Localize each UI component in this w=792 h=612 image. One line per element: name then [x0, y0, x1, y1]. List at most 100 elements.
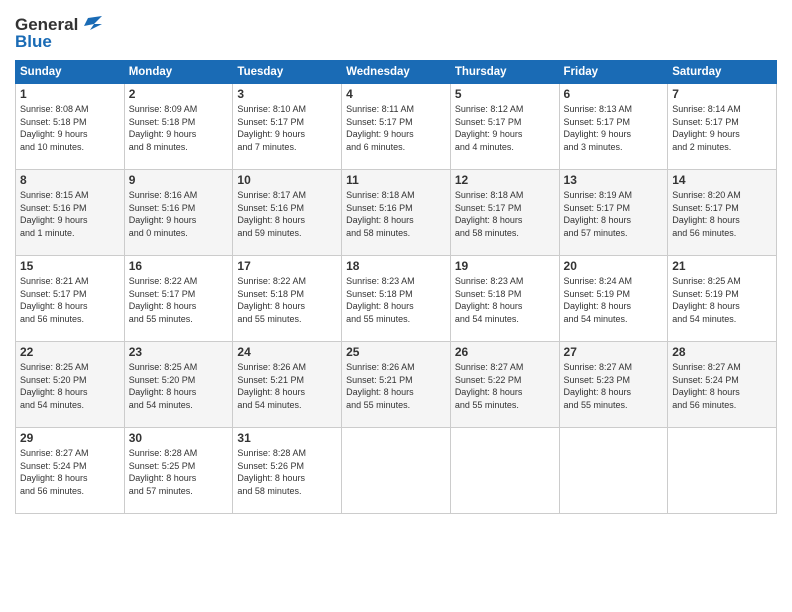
day-number: 7 [672, 87, 772, 101]
calendar-cell: 27 Sunrise: 8:27 AMSunset: 5:23 PMDayligh… [559, 342, 668, 428]
calendar-cell [559, 428, 668, 514]
calendar-day-header: Saturday [668, 61, 777, 84]
calendar-cell: 18Sunrise: 8:23 AMSunset: 5:18 PMDayligh… [342, 256, 451, 342]
day-number: 20 [564, 259, 664, 273]
calendar-day-header: Friday [559, 61, 668, 84]
calendar-table: SundayMondayTuesdayWednesdayThursdayFrid… [15, 60, 777, 514]
cell-text: Sunrise: 8:27 AMSunset: 5:24 PMDaylight:… [672, 361, 772, 411]
calendar-cell: 23Sunrise: 8:25 AMSunset: 5:20 PMDayligh… [124, 342, 233, 428]
cell-text: Sunrise: 8:10 AMSunset: 5:17 PMDaylight:… [237, 103, 337, 153]
cell-text: Sunrise: 8:27 AMSunset: 5:24 PMDaylight:… [20, 447, 120, 497]
cell-text: Sunrise: 8:27 AMSunset: 5:23 PMDaylight:… [564, 361, 664, 411]
page: General Blue SundayMondayTuesdayWednesda… [0, 0, 792, 612]
calendar-cell: 21 Sunrise: 8:25 AMSunset: 5:19 PMDayligh… [668, 256, 777, 342]
calendar-week-row: 22 Sunrise: 8:25 AMSunset: 5:20 PMDayligh… [16, 342, 777, 428]
calendar-cell: 13 Sunrise: 8:19 AMSunset: 5:17 PMDayligh… [559, 170, 668, 256]
calendar-cell: 25 Sunrise: 8:26 AMSunset: 5:21 PMDayligh… [342, 342, 451, 428]
cell-text: Sunrise: 8:08 AMSunset: 5:18 PMDaylight:… [20, 103, 120, 153]
calendar-cell: 4 Sunrise: 8:11 AMSunset: 5:17 PMDaylight… [342, 84, 451, 170]
day-number: 10 [237, 173, 337, 187]
cell-text: Sunrise: 8:16 AMSunset: 5:16 PMDaylight:… [129, 189, 229, 239]
day-number: 14 [672, 173, 772, 187]
day-number: 28 [672, 345, 772, 359]
calendar-cell: 22 Sunrise: 8:25 AMSunset: 5:20 PMDayligh… [16, 342, 125, 428]
calendar-cell: 11Sunrise: 8:18 AMSunset: 5:16 PMDayligh… [342, 170, 451, 256]
day-number: 18 [346, 259, 446, 273]
calendar-cell: 16Sunrise: 8:22 AMSunset: 5:17 PMDayligh… [124, 256, 233, 342]
calendar-day-header: Wednesday [342, 61, 451, 84]
day-number: 8 [20, 173, 120, 187]
day-number: 23 [129, 345, 229, 359]
cell-text: Sunrise: 8:26 AMSunset: 5:21 PMDaylight:… [346, 361, 446, 411]
cell-text: Sunrise: 8:27 AMSunset: 5:22 PMDaylight:… [455, 361, 555, 411]
calendar-cell: 20 Sunrise: 8:24 AMSunset: 5:19 PMDayligh… [559, 256, 668, 342]
day-number: 4 [346, 87, 446, 101]
day-number: 3 [237, 87, 337, 101]
calendar-cell: 6Sunrise: 8:13 AMSunset: 5:17 PMDaylight… [559, 84, 668, 170]
calendar-cell [450, 428, 559, 514]
day-number: 21 [672, 259, 772, 273]
day-number: 15 [20, 259, 120, 273]
day-number: 31 [237, 431, 337, 445]
calendar-cell: 15Sunrise: 8:21 AMSunset: 5:17 PMDayligh… [16, 256, 125, 342]
cell-text: Sunrise: 8:28 AMSunset: 5:26 PMDaylight:… [237, 447, 337, 497]
calendar-week-row: 29 Sunrise: 8:27 AMSunset: 5:24 PMDayligh… [16, 428, 777, 514]
day-number: 1 [20, 87, 120, 101]
calendar-cell: 19Sunrise: 8:23 AMSunset: 5:18 PMDayligh… [450, 256, 559, 342]
cell-text: Sunrise: 8:28 AMSunset: 5:25 PMDaylight:… [129, 447, 229, 497]
calendar-cell: 24Sunrise: 8:26 AMSunset: 5:21 PMDayligh… [233, 342, 342, 428]
calendar-cell: 31 Sunrise: 8:28 AMSunset: 5:26 PMDayligh… [233, 428, 342, 514]
calendar-cell: 26 Sunrise: 8:27 AMSunset: 5:22 PMDayligh… [450, 342, 559, 428]
logo: General Blue [15, 14, 102, 52]
day-number: 13 [564, 173, 664, 187]
calendar-cell: 8 Sunrise: 8:15 AMSunset: 5:16 PMDaylight… [16, 170, 125, 256]
calendar-cell: 3 Sunrise: 8:10 AMSunset: 5:17 PMDaylight… [233, 84, 342, 170]
cell-text: Sunrise: 8:11 AMSunset: 5:17 PMDaylight:… [346, 103, 446, 153]
calendar-cell: 5 Sunrise: 8:12 AMSunset: 5:17 PMDaylight… [450, 84, 559, 170]
calendar-week-row: 8 Sunrise: 8:15 AMSunset: 5:16 PMDaylight… [16, 170, 777, 256]
cell-text: Sunrise: 8:20 AMSunset: 5:17 PMDaylight:… [672, 189, 772, 239]
calendar-body: 1 Sunrise: 8:08 AMSunset: 5:18 PMDaylight… [16, 84, 777, 514]
calendar-cell [342, 428, 451, 514]
cell-text: Sunrise: 8:19 AMSunset: 5:17 PMDaylight:… [564, 189, 664, 239]
day-number: 5 [455, 87, 555, 101]
calendar-cell: 7Sunrise: 8:14 AMSunset: 5:17 PMDaylight… [668, 84, 777, 170]
calendar-cell: 29 Sunrise: 8:27 AMSunset: 5:24 PMDayligh… [16, 428, 125, 514]
calendar-day-header: Tuesday [233, 61, 342, 84]
calendar-cell: 28 Sunrise: 8:27 AMSunset: 5:24 PMDayligh… [668, 342, 777, 428]
cell-text: Sunrise: 8:25 AMSunset: 5:19 PMDaylight:… [672, 275, 772, 325]
calendar-header-row: SundayMondayTuesdayWednesdayThursdayFrid… [16, 61, 777, 84]
calendar-cell: 14 Sunrise: 8:20 AMSunset: 5:17 PMDayligh… [668, 170, 777, 256]
day-number: 25 [346, 345, 446, 359]
day-number: 19 [455, 259, 555, 273]
cell-text: Sunrise: 8:13 AMSunset: 5:17 PMDaylight:… [564, 103, 664, 153]
day-number: 12 [455, 173, 555, 187]
cell-text: Sunrise: 8:26 AMSunset: 5:21 PMDaylight:… [237, 361, 337, 411]
calendar-cell: 1 Sunrise: 8:08 AMSunset: 5:18 PMDaylight… [16, 84, 125, 170]
cell-text: Sunrise: 8:09 AMSunset: 5:18 PMDaylight:… [129, 103, 229, 153]
day-number: 22 [20, 345, 120, 359]
header: General Blue [15, 10, 777, 52]
cell-text: Sunrise: 8:22 AMSunset: 5:18 PMDaylight:… [237, 275, 337, 325]
day-number: 26 [455, 345, 555, 359]
calendar-cell: 17 Sunrise: 8:22 AMSunset: 5:18 PMDayligh… [233, 256, 342, 342]
calendar-cell: 30Sunrise: 8:28 AMSunset: 5:25 PMDayligh… [124, 428, 233, 514]
day-number: 29 [20, 431, 120, 445]
calendar-week-row: 15Sunrise: 8:21 AMSunset: 5:17 PMDayligh… [16, 256, 777, 342]
cell-text: Sunrise: 8:18 AMSunset: 5:16 PMDaylight:… [346, 189, 446, 239]
day-number: 9 [129, 173, 229, 187]
calendar-cell: 2Sunrise: 8:09 AMSunset: 5:18 PMDaylight… [124, 84, 233, 170]
calendar-day-header: Sunday [16, 61, 125, 84]
cell-text: Sunrise: 8:25 AMSunset: 5:20 PMDaylight:… [20, 361, 120, 411]
cell-text: Sunrise: 8:15 AMSunset: 5:16 PMDaylight:… [20, 189, 120, 239]
day-number: 17 [237, 259, 337, 273]
cell-text: Sunrise: 8:24 AMSunset: 5:19 PMDaylight:… [564, 275, 664, 325]
calendar-cell: 12Sunrise: 8:18 AMSunset: 5:17 PMDayligh… [450, 170, 559, 256]
calendar-cell: 9 Sunrise: 8:16 AMSunset: 5:16 PMDaylight… [124, 170, 233, 256]
calendar-day-header: Thursday [450, 61, 559, 84]
cell-text: Sunrise: 8:22 AMSunset: 5:17 PMDaylight:… [129, 275, 229, 325]
day-number: 27 [564, 345, 664, 359]
cell-text: Sunrise: 8:12 AMSunset: 5:17 PMDaylight:… [455, 103, 555, 153]
calendar-day-header: Monday [124, 61, 233, 84]
calendar-week-row: 1 Sunrise: 8:08 AMSunset: 5:18 PMDaylight… [16, 84, 777, 170]
